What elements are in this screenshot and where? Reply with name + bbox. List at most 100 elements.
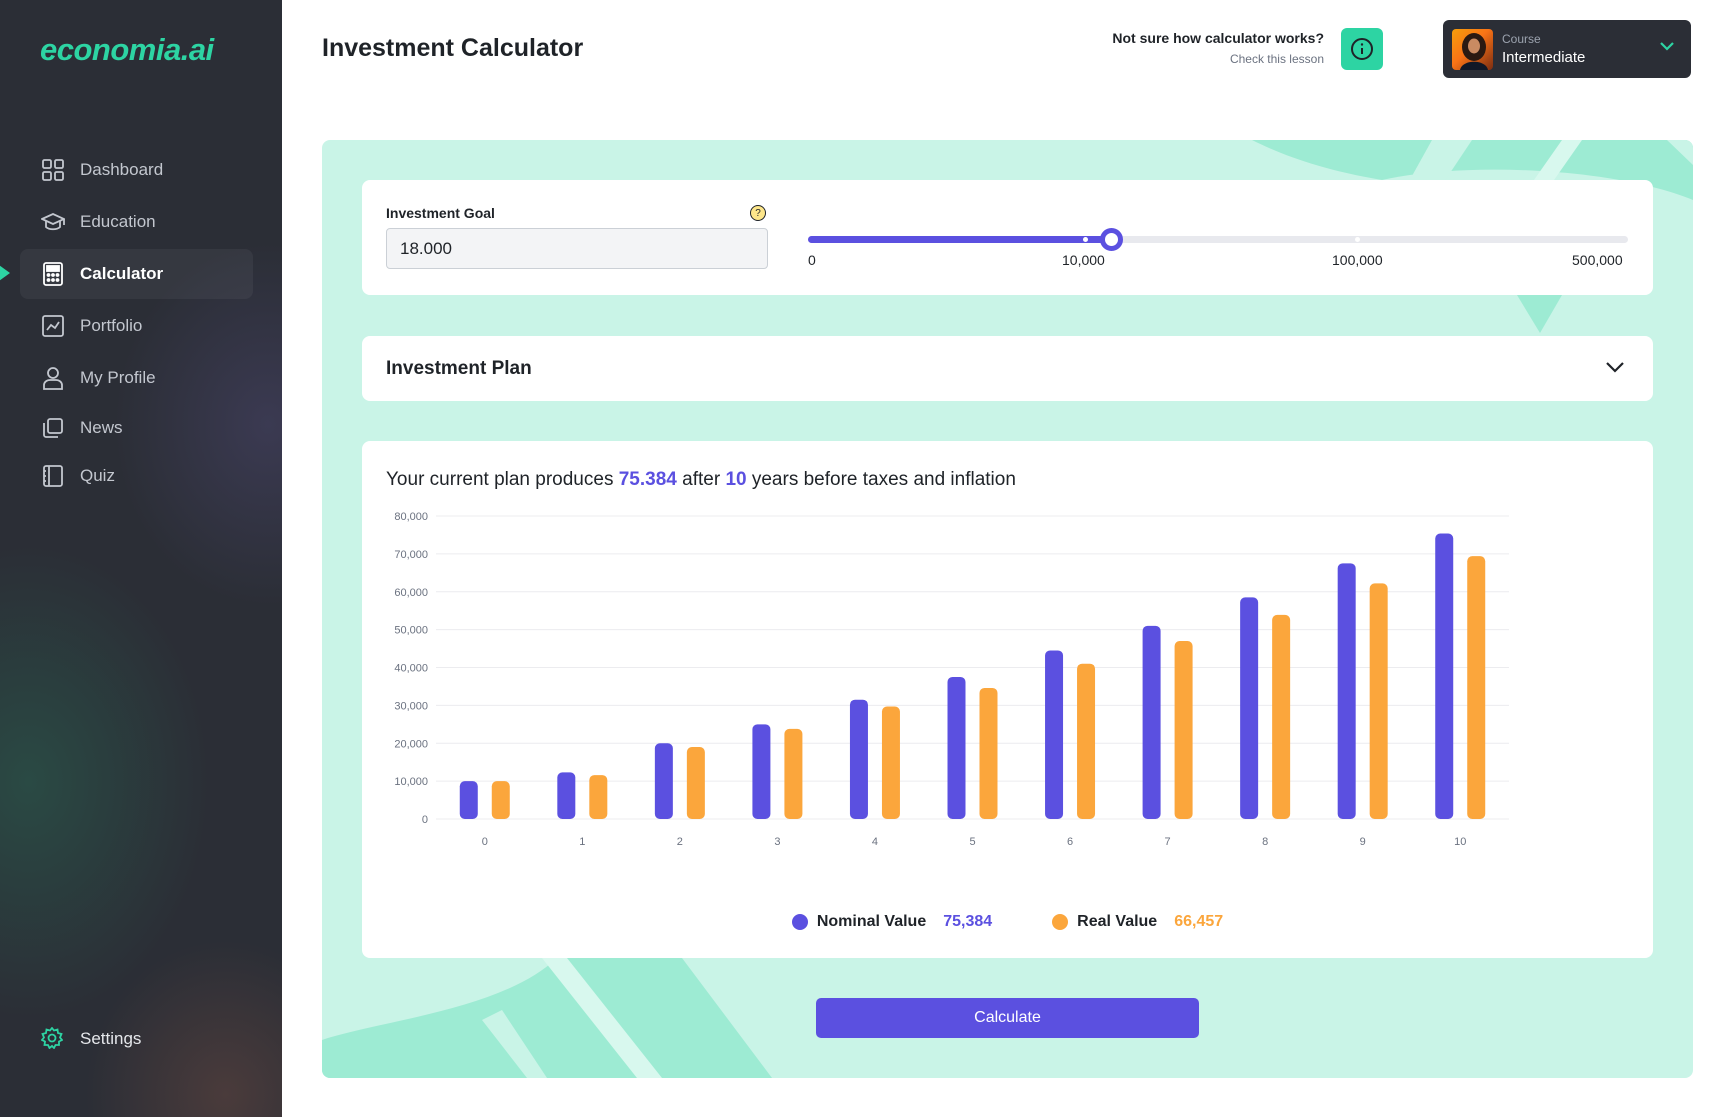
copy-icon bbox=[41, 416, 65, 440]
x-tick-label: 4 bbox=[872, 836, 878, 848]
grid-icon bbox=[41, 158, 65, 182]
sidebar-item-portfolio[interactable]: Portfolio bbox=[20, 301, 253, 351]
x-tick-label: 8 bbox=[1262, 836, 1268, 848]
bar-chart: 0 10,000 20,000 30,000 40,000 50,000 60,000 70,… bbox=[394, 511, 1509, 848]
bar-nominal bbox=[1435, 533, 1454, 819]
bar-real bbox=[1369, 583, 1388, 819]
calculate-button[interactable]: Calculate bbox=[816, 998, 1199, 1038]
bar-real bbox=[1467, 556, 1486, 819]
slider-label-100k: 100,000 bbox=[1332, 252, 1383, 268]
sidebar-item-label: Quiz bbox=[80, 466, 115, 485]
chevron-down-icon bbox=[1606, 362, 1624, 373]
course-label: Course bbox=[1502, 32, 1541, 46]
legend-dot-nominal bbox=[791, 914, 808, 930]
graduation-cap-icon bbox=[41, 210, 65, 234]
slider-tick-dot bbox=[1355, 237, 1360, 242]
sidebar-item-calculator[interactable]: Calculator bbox=[20, 249, 253, 299]
bar-real bbox=[491, 781, 510, 819]
calculator-panel: Investment Goal ? 0 10,000 100,000 500,0… bbox=[322, 140, 1693, 1078]
sidebar-item-label: Portfolio bbox=[80, 316, 143, 335]
investment-goal-slider[interactable] bbox=[808, 228, 1628, 251]
x-tick-label: 2 bbox=[677, 836, 683, 848]
bar-real bbox=[784, 728, 803, 819]
bar-nominal bbox=[654, 743, 673, 819]
sidebar-item-quiz[interactable]: Quiz bbox=[20, 451, 253, 501]
x-tick-label: 0 bbox=[482, 836, 488, 848]
slider-tick-dot bbox=[1083, 237, 1088, 242]
sidebar-item-label: Education bbox=[80, 212, 156, 231]
investment-plan-accordion[interactable]: Investment Plan bbox=[362, 336, 1653, 401]
x-tick-label: 3 bbox=[774, 836, 780, 848]
y-tick-label: 40,000 bbox=[394, 663, 428, 675]
x-tick-label: 6 bbox=[1067, 836, 1073, 848]
x-tick-label: 10 bbox=[1454, 836, 1466, 848]
question-icon[interactable]: ? bbox=[750, 205, 766, 221]
bar-nominal bbox=[752, 724, 771, 819]
legend-nominal-name: Nominal Value bbox=[816, 913, 927, 930]
y-tick-label: 10,000 bbox=[394, 776, 428, 788]
help-prompt: Not sure how calculator works? Check thi… bbox=[1112, 30, 1324, 66]
slider-label-10k: 10,000 bbox=[1062, 252, 1105, 268]
sidebar-item-my-profile[interactable]: My Profile bbox=[20, 353, 253, 403]
calculator-icon bbox=[41, 262, 65, 286]
sidebar-item-dashboard[interactable]: Dashboard bbox=[20, 145, 253, 195]
x-tick-label: 1 bbox=[579, 836, 585, 848]
bar-real bbox=[881, 706, 900, 819]
investment-goal-input[interactable] bbox=[386, 228, 768, 269]
legend-real-value: 66,457 bbox=[1174, 913, 1224, 930]
investment-goal-card: Investment Goal ? 0 10,000 100,000 500,0… bbox=[362, 180, 1653, 295]
results-chart-card: Your current plan produces 75.384 after … bbox=[362, 441, 1653, 958]
sidebar-item-education[interactable]: Education bbox=[20, 197, 253, 247]
app-logo[interactable]: economia.ai bbox=[40, 32, 214, 68]
sidebar-item-label: My Profile bbox=[80, 368, 156, 387]
slider-thumb[interactable] bbox=[1100, 228, 1123, 251]
legend-dot-real bbox=[1052, 914, 1069, 930]
legend-nominal-value: 75,384 bbox=[943, 913, 993, 930]
sidebar-item-settings[interactable]: Settings bbox=[20, 1014, 253, 1064]
bar-real bbox=[589, 775, 608, 819]
bar-nominal bbox=[947, 676, 966, 819]
y-tick-label: 50,000 bbox=[394, 625, 428, 637]
y-tick-label: 20,000 bbox=[394, 738, 428, 750]
course-value: Intermediate bbox=[1502, 49, 1586, 66]
bar-nominal bbox=[459, 781, 478, 819]
active-pointer-icon bbox=[0, 265, 10, 281]
bar-real bbox=[1272, 614, 1291, 819]
help-lesson-link[interactable]: Check this lesson bbox=[1112, 52, 1324, 66]
gear-icon bbox=[41, 1027, 65, 1051]
info-icon bbox=[1351, 38, 1373, 60]
help-question: Not sure how calculator works? bbox=[1112, 30, 1324, 46]
bar-real bbox=[979, 687, 998, 819]
user-icon bbox=[41, 366, 65, 390]
sidebar: economia.ai Dashboard Education Calculat… bbox=[0, 0, 282, 1117]
avatar bbox=[1452, 28, 1493, 70]
bar-nominal bbox=[1240, 597, 1259, 819]
course-selector[interactable]: Course Intermediate bbox=[1443, 20, 1691, 78]
settings-label: Settings bbox=[80, 1029, 142, 1048]
book-icon bbox=[41, 464, 65, 488]
chart-icon bbox=[41, 314, 65, 338]
legend-real: Real Value 66,457 bbox=[1052, 913, 1223, 931]
y-tick-label: 70,000 bbox=[394, 549, 428, 561]
y-tick-label: 0 bbox=[422, 814, 428, 826]
bar-nominal bbox=[849, 699, 868, 819]
slider-label-max: 500,000 bbox=[1572, 252, 1623, 268]
bar-nominal bbox=[1045, 650, 1064, 819]
bar-real bbox=[1174, 640, 1193, 819]
y-tick-label: 30,000 bbox=[394, 700, 428, 712]
investment-plan-title: Investment Plan bbox=[386, 358, 532, 379]
legend-real-name: Real Value bbox=[1077, 913, 1158, 930]
investment-goal-label: Investment Goal bbox=[386, 205, 495, 221]
sidebar-item-label: Calculator bbox=[80, 264, 164, 283]
bar-real bbox=[1077, 663, 1096, 819]
chevron-down-icon bbox=[1660, 42, 1674, 51]
sidebar-item-news[interactable]: News bbox=[20, 403, 253, 453]
slider-fill bbox=[808, 236, 1112, 243]
page-title: Investment Calculator bbox=[322, 34, 584, 62]
x-tick-label: 5 bbox=[969, 836, 975, 848]
x-tick-label: 7 bbox=[1165, 836, 1171, 848]
chart-legend: Nominal Value 75,384 Real Value 66,457 bbox=[362, 913, 1653, 931]
bar-nominal bbox=[557, 772, 576, 819]
info-button[interactable] bbox=[1341, 28, 1383, 70]
sidebar-item-label: News bbox=[80, 418, 123, 437]
